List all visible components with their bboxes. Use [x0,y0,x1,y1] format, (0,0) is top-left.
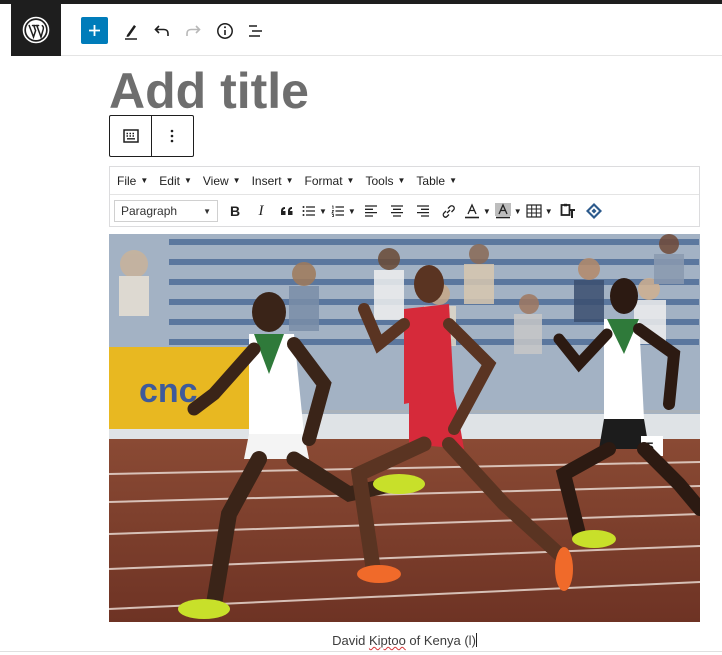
link-button[interactable] [438,199,460,223]
align-left-button[interactable] [360,199,382,223]
table-button[interactable]: ▼ [526,199,553,223]
classic-menubar: File ▼ Edit ▼ View ▼ Insert ▼ Format ▼ Tools ▼… [110,167,699,195]
classic-editor: File ▼ Edit ▼ View ▼ Insert ▼ Format ▼ Tools ▼… [109,166,700,227]
text-color-button[interactable]: ▼ [464,199,491,223]
photo-runners-image: cnc 5 [109,234,700,622]
redo-icon [186,25,201,36]
wordpress-logo-button[interactable] [11,4,61,56]
blockquote-button[interactable] [276,199,298,223]
bullet-list-icon [302,206,315,216]
quote-icon [281,207,293,215]
paste-as-text-button[interactable] [557,199,579,223]
menu-view[interactable]: View ▼ [203,174,241,188]
chevron-down-icon: ▼ [482,206,491,216]
info-icon [217,23,233,39]
menu-format[interactable]: Format ▼ [305,174,355,188]
chevron-down-icon: ▼ [319,206,327,216]
add-block-button[interactable] [81,17,108,44]
text-cursor [475,633,477,647]
undo-icon [154,25,169,36]
background-color-button[interactable]: ▼ [494,199,522,223]
italic-button[interactable]: I [250,199,272,223]
block-type-button[interactable] [110,116,151,156]
align-center-button[interactable] [386,199,408,223]
paste-text-icon [560,203,575,218]
numbered-list-icon [331,205,344,217]
caption-text-suffix: of Kenya (l) [405,633,476,648]
pencil-icon [125,25,137,40]
numbered-list-button[interactable]: ▼ [331,199,356,223]
block-toolbar [109,115,194,157]
caption-text-prefix: David [332,633,369,648]
link-icon [442,204,456,218]
menu-tools[interactable]: Tools ▼ [365,174,405,188]
tools-button[interactable] [121,20,141,42]
bullet-list-button[interactable]: ▼ [302,199,327,223]
chevron-down-icon: ▼ [347,206,356,216]
align-right-button[interactable] [412,199,434,223]
block-options-button[interactable] [152,116,193,156]
menu-edit[interactable]: Edit ▼ [159,174,192,188]
text-color-icon [464,203,479,219]
chevron-down-icon: ▼ [203,206,211,216]
table-icon [526,204,542,218]
align-center-icon [390,205,403,217]
menu-table[interactable]: Table ▼ [416,174,457,188]
image-caption[interactable]: David Kiptoo of Kenya (l) [109,633,700,648]
menu-file[interactable]: File ▼ [117,174,148,188]
top-edge [0,0,722,4]
classic-block-icon [122,129,139,143]
undo-button[interactable] [152,21,172,41]
redo-button[interactable] [183,21,203,41]
highlight-color-icon [494,203,511,219]
bold-button[interactable]: B [224,199,246,223]
chevron-down-icon: ▼ [513,206,522,216]
compass-diamond-icon [585,203,602,219]
list-view-button[interactable] [245,20,267,42]
runners-photo[interactable]: cnc 5 [109,234,700,622]
post-title-input[interactable]: Add title [109,62,309,120]
chevron-down-icon: ▼ [544,206,553,216]
list-view-icon [249,25,262,37]
header-divider [61,55,722,56]
keyboard-shortcuts-button[interactable] [583,199,605,223]
plus-icon [89,25,100,36]
details-button[interactable] [214,20,236,42]
align-right-icon [416,205,429,217]
format-toolbar: Paragraph ▼ B I ▼ ▼ ▼ ▼ ▼ [110,195,699,227]
bottom-divider [0,651,722,652]
paragraph-format-select[interactable]: Paragraph ▼ [114,200,218,222]
menu-insert[interactable]: Insert ▼ [252,174,294,188]
caption-misspelled-word: Kiptoo [368,633,406,648]
more-vertical-icon [171,129,174,143]
svg-text:cnc: cnc [139,372,198,410]
align-left-icon [364,205,377,217]
wordpress-logo-icon [22,16,50,44]
